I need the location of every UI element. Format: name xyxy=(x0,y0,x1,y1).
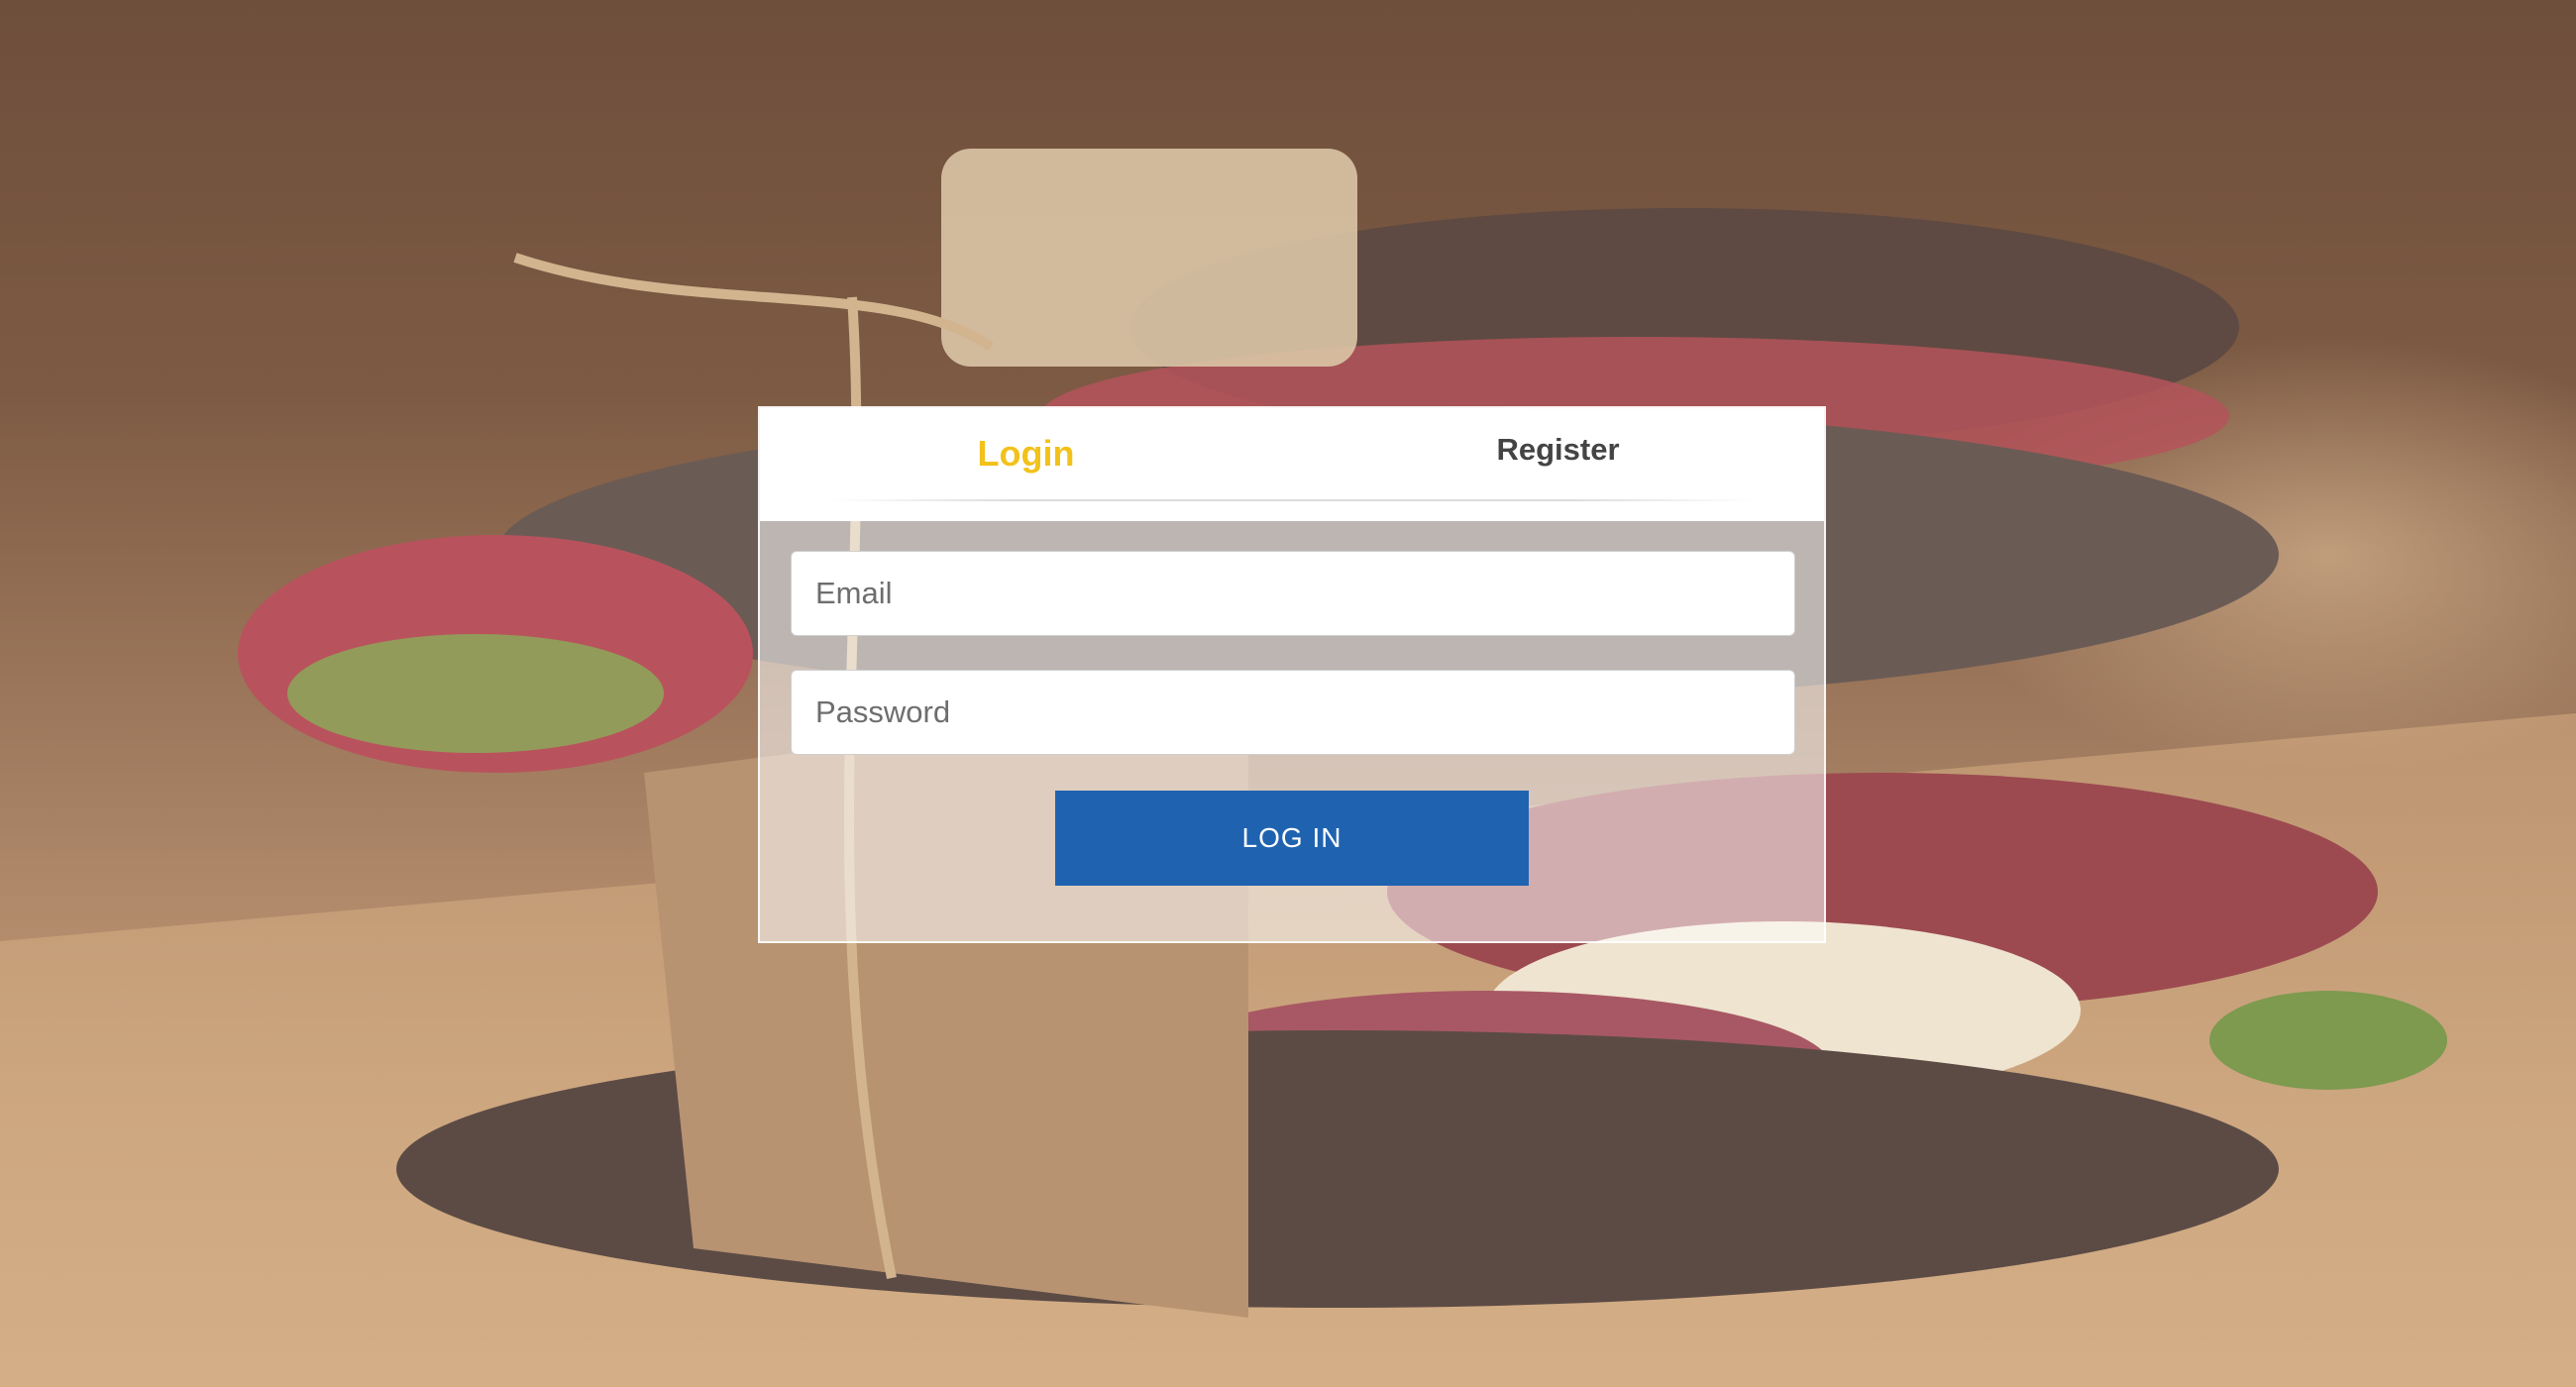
login-button[interactable]: LOG IN xyxy=(1055,791,1529,886)
tab-login[interactable]: Login xyxy=(760,408,1292,499)
tab-register[interactable]: Register xyxy=(1292,404,1824,495)
tab-divider xyxy=(829,499,1755,501)
login-panel: Login Register LOG IN xyxy=(758,406,1826,943)
login-form: LOG IN xyxy=(760,521,1824,941)
email-field[interactable] xyxy=(791,551,1795,636)
password-field[interactable] xyxy=(791,670,1795,755)
auth-tabs: Login Register xyxy=(760,408,1824,521)
